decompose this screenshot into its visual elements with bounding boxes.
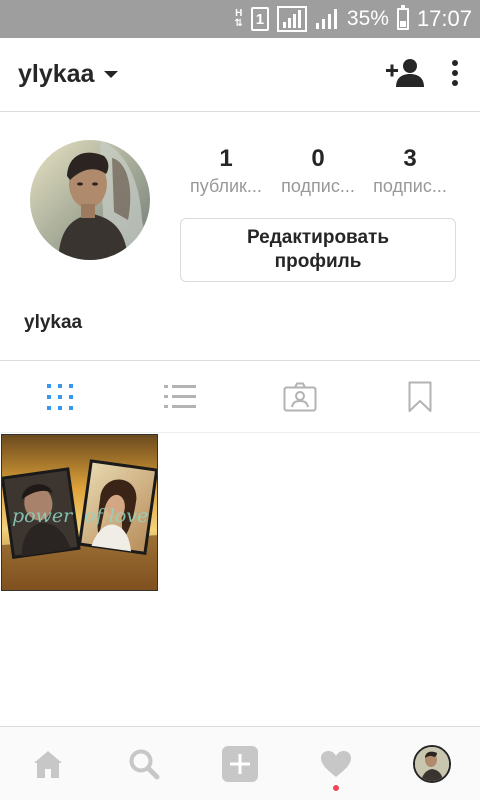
heart-icon — [321, 750, 351, 777]
chevron-down-icon[interactable] — [104, 71, 119, 78]
tab-list[interactable] — [120, 361, 240, 432]
clock: 17:07 — [416, 6, 472, 31]
profile-stats: 1 публик... 0 подпис... 3 подпис... — [180, 142, 456, 197]
status-bar: H ⇅ 1 35% 17:07 — [0, 0, 480, 38]
nav-add-post[interactable] — [192, 727, 288, 800]
tab-grid[interactable] — [0, 361, 120, 432]
battery-percent: 35% — [346, 7, 389, 30]
nav-activity[interactable] — [288, 727, 384, 800]
notification-dot — [333, 784, 339, 791]
stat-following-count: 3 — [403, 145, 417, 172]
stat-posts-label: публик... — [190, 176, 262, 196]
add-post-icon — [222, 745, 258, 782]
profile-avatar-small — [413, 744, 451, 783]
instagram-profile-screen: H ⇅ 1 35% 17:07 ylykaa 1 публик... 0 под… — [0, 0, 480, 800]
stat-followers[interactable]: 0 подпис... — [272, 142, 364, 197]
profile-header: 1 публик... 0 подпис... 3 подпис... Реда… — [0, 112, 480, 360]
stat-followers-count: 0 — [311, 145, 325, 172]
top-app-bar: ylykaa — [0, 38, 480, 112]
profile-avatar[interactable] — [30, 140, 150, 260]
battery-icon — [396, 5, 409, 30]
bottom-navigation — [0, 726, 480, 800]
nav-home[interactable] — [0, 727, 96, 800]
tab-tagged[interactable] — [240, 361, 360, 432]
home-icon — [34, 750, 62, 778]
bookmark-icon — [408, 381, 432, 412]
list-icon — [164, 384, 196, 408]
nav-search[interactable] — [96, 727, 192, 800]
app-bar-actions — [386, 38, 458, 112]
stat-following-label: подпис... — [373, 176, 447, 196]
signal-strength-icon-1 — [276, 6, 307, 32]
edit-profile-button[interactable]: Редактировать профиль — [180, 218, 456, 282]
add-person-icon[interactable] — [386, 58, 424, 93]
account-switcher-username[interactable]: ylykaa — [18, 60, 94, 89]
stat-following[interactable]: 3 подпис... — [364, 142, 456, 197]
stat-posts-count: 1 — [219, 145, 233, 172]
tab-saved[interactable] — [360, 361, 480, 432]
search-icon — [129, 749, 160, 779]
profile-view-tabs — [0, 360, 480, 433]
post-thumbnail[interactable]: power of love — [1, 434, 158, 591]
more-vert-icon[interactable] — [452, 59, 458, 91]
profile-display-name: ylykaa — [24, 312, 83, 333]
post-caption-overlay: power of love — [12, 505, 149, 527]
network-type-icon: H ⇅ — [234, 8, 243, 29]
stat-posts[interactable]: 1 публик... — [180, 142, 272, 197]
signal-strength-icon-2 — [315, 8, 339, 30]
nav-profile[interactable] — [384, 727, 480, 800]
grid-icon — [47, 383, 73, 410]
sim-slot-icon: 1 — [250, 7, 269, 31]
stat-followers-label: подпис... — [281, 176, 355, 196]
tagged-icon — [283, 382, 317, 411]
